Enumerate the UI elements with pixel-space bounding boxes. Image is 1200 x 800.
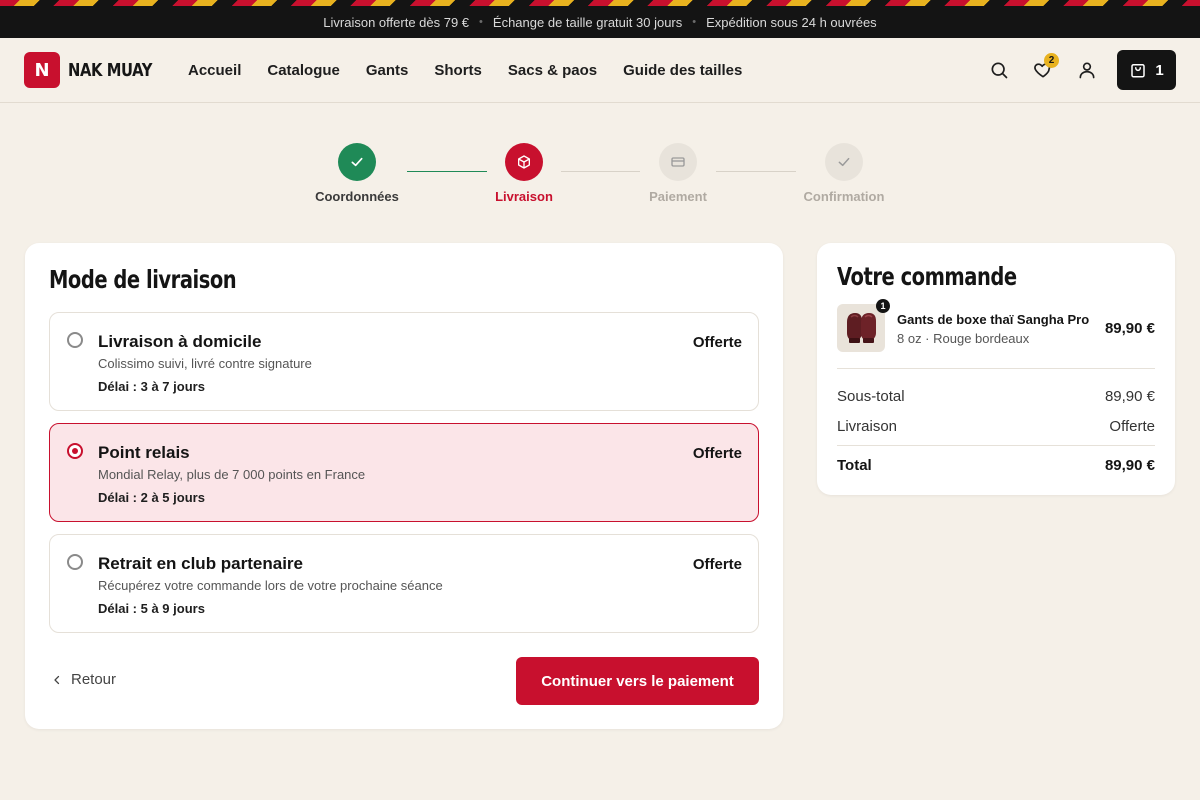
option-description: Colissimo suivi, livré contre signature — [98, 356, 312, 371]
subtotal-value: 89,90 € — [1104, 388, 1155, 405]
radio-button[interactable] — [67, 554, 83, 570]
divider — [837, 368, 1155, 369]
option-description: Mondial Relay, plus de 7 000 points en F… — [98, 467, 366, 482]
order-item: 1 Gants de boxe thaï Sangha Pro 8 oz · R… — [837, 299, 1155, 352]
total-value: 89,90 € — [1104, 457, 1155, 474]
option-delay: Délai : 3 à 7 jours — [98, 379, 205, 394]
option-name: Livraison à domicile — [98, 332, 262, 351]
step-livraison: Livraison — [464, 140, 584, 204]
option-price: Offerte — [692, 556, 742, 573]
promo-separator: • — [692, 16, 697, 28]
option-name: Retrait en club partenaire — [98, 554, 304, 573]
chevron-left-icon — [54, 675, 60, 684]
check-icon — [838, 157, 850, 167]
back-link[interactable]: Retour — [51, 671, 116, 688]
step-circle — [825, 143, 863, 181]
step-label: Confirmation — [803, 189, 885, 204]
promo-message: Échange de taille gratuit 30 jours — [492, 14, 683, 30]
summary-title: Votre commande — [837, 262, 1017, 291]
nav-item-catalogue[interactable]: Catalogue — [267, 62, 340, 79]
step-circle — [659, 143, 697, 181]
option-price: Offerte — [692, 445, 742, 462]
item-quantity-badge: 1 — [876, 299, 890, 313]
logo[interactable]: N NAK MUAY — [24, 52, 170, 88]
item-name: Gants de boxe thaï Sangha Pro — [897, 312, 1090, 327]
step-circle — [505, 143, 543, 181]
shopping-bag-icon — [1131, 64, 1146, 78]
nav-item-accueil[interactable]: Accueil — [188, 62, 241, 79]
checkout-stepper: Coordonnées Livraison Paiement Confirmat… — [0, 140, 1200, 210]
option-price: Offerte — [692, 334, 742, 351]
promo-message: Expédition sous 24 h ouvrées — [706, 14, 877, 30]
nav-item-gants[interactable]: Gants — [366, 62, 409, 79]
option-name: Point relais — [98, 443, 190, 462]
step-paiement: Paiement — [618, 140, 738, 204]
shipping-card: Mode de livraison Livraison à domicile C… — [25, 243, 783, 729]
shipping-option-club[interactable]: Retrait en club partenaire Récupérez vot… — [49, 534, 759, 633]
subtotal-row: Sous-total 89,90 € — [837, 388, 1155, 405]
subtotal-label: Sous-total — [837, 388, 905, 405]
step-confirmation: Confirmation — [784, 140, 904, 204]
option-delay: Délai : 5 à 9 jours — [98, 601, 205, 616]
step-circle — [338, 143, 376, 181]
nav-item-guide-tailles[interactable]: Guide des tailles — [623, 62, 742, 79]
option-delay: Délai : 2 à 5 jours — [98, 490, 205, 505]
wishlist-count-badge: 2 — [1044, 53, 1059, 68]
shipping-label: Livraison — [837, 418, 898, 435]
radio-button-selected[interactable] — [67, 443, 83, 459]
item-variant: 8 oz · Rouge bordeaux — [897, 331, 1030, 346]
header-actions: 2 1 — [977, 50, 1176, 90]
promo-message: Livraison offerte dès 79 € — [323, 14, 470, 30]
step-label: Livraison — [495, 189, 553, 204]
shipping-option-point-relais[interactable]: Point relais Mondial Relay, plus de 7 00… — [49, 423, 759, 522]
order-summary-card: Votre commande 1 Gants de boxe thaï Sang… — [817, 243, 1175, 495]
promo-bar: Livraison offerte dès 79 € • Échange de … — [0, 0, 1200, 38]
back-label: Retour — [71, 671, 117, 688]
user-icon — [1079, 62, 1095, 79]
shipping-option-domicile[interactable]: Livraison à domicile Colissimo suivi, li… — [49, 312, 759, 411]
search-icon — [991, 62, 1008, 79]
site-header: N NAK MUAY Accueil Catalogue Gants Short… — [0, 38, 1200, 103]
package-icon — [518, 155, 530, 169]
shipping-title: Mode de livraison — [49, 265, 237, 294]
total-row: Total 89,90 € — [837, 457, 1155, 474]
item-price: 89,90 € — [1104, 320, 1155, 337]
continue-payment-button[interactable]: Continuer vers le paiement — [516, 657, 759, 705]
logo-mark: N — [24, 52, 60, 88]
radio-button[interactable] — [67, 332, 83, 348]
promo-messages: Livraison offerte dès 79 € • Échange de … — [0, 6, 1200, 38]
option-description: Récupérez votre commande lors de votre p… — [98, 578, 443, 593]
logo-text: NAK MUAY — [68, 59, 152, 81]
account-button[interactable] — [1065, 50, 1109, 90]
step-label: Coordonnées — [315, 189, 399, 204]
cart-button[interactable]: 1 — [1117, 50, 1176, 90]
step-label: Paiement — [649, 189, 707, 204]
nav-item-sacs-paos[interactable]: Sacs & paos — [508, 62, 597, 79]
step-coordonnees[interactable]: Coordonnées — [297, 140, 417, 204]
search-button[interactable] — [977, 50, 1021, 90]
credit-card-icon — [671, 157, 685, 167]
nav-item-shorts[interactable]: Shorts — [434, 62, 482, 79]
promo-separator: • — [479, 16, 483, 28]
divider — [837, 445, 1155, 446]
shipping-value: Offerte — [1109, 418, 1155, 435]
product-thumbnail: 1 — [837, 299, 890, 352]
total-label: Total — [837, 457, 872, 474]
shipping-row: Livraison Offerte — [837, 418, 1155, 435]
cart-count: 1 — [1155, 61, 1164, 79]
wishlist-button[interactable]: 2 — [1021, 50, 1065, 90]
main-nav: Accueil Catalogue Gants Shorts Sacs & pa… — [188, 38, 742, 103]
check-icon — [351, 157, 363, 167]
